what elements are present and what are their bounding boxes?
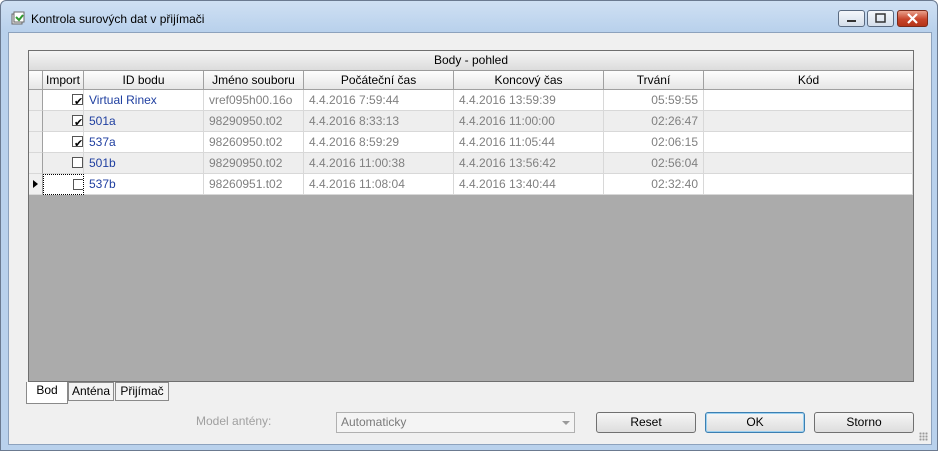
import-checkbox[interactable] xyxy=(72,157,83,168)
dialog-window: Kontrola surových dat v přijímači Body -… xyxy=(0,0,938,451)
antenna-model-select[interactable]: Automaticky xyxy=(336,412,575,433)
file-name-cell[interactable]: 98290950.t02 xyxy=(204,153,304,174)
end-time-cell[interactable]: 4.4.2016 11:05:44 xyxy=(454,132,604,153)
table-row[interactable]: ✔ 537a 98260950.t02 4.4.2016 8:59:29 4.4… xyxy=(29,132,913,153)
row-selector[interactable] xyxy=(29,132,43,153)
file-name-cell[interactable]: 98260950.t02 xyxy=(204,132,304,153)
row-selector[interactable] xyxy=(29,174,43,195)
tab-bod[interactable]: Bod xyxy=(26,382,68,404)
start-time-cell[interactable]: 4.4.2016 8:33:13 xyxy=(304,111,454,132)
maximize-icon xyxy=(875,13,886,23)
points-grid[interactable]: Body - pohled Import ID bodu Jméno soubo… xyxy=(28,50,914,382)
antenna-model-label: Model antény: xyxy=(196,414,272,428)
cancel-button[interactable]: Storno xyxy=(814,412,914,433)
antenna-model-value: Automaticky xyxy=(341,415,407,429)
import-checkbox[interactable] xyxy=(73,179,83,190)
close-icon xyxy=(907,13,918,24)
import-cell[interactable]: ✔ xyxy=(43,90,84,111)
end-time-cell[interactable]: 4.4.2016 13:40:44 xyxy=(454,174,604,195)
import-checkbox[interactable]: ✔ xyxy=(72,115,83,129)
duration-cell[interactable]: 02:56:04 xyxy=(604,153,704,174)
row-selector[interactable] xyxy=(29,153,43,174)
minimize-button[interactable] xyxy=(838,10,865,27)
file-name-cell[interactable]: 98290950.t02 xyxy=(204,111,304,132)
start-time-cell[interactable]: 4.4.2016 11:08:04 xyxy=(304,174,454,195)
file-name-cell[interactable]: vref095h00.16o xyxy=(204,90,304,111)
import-cell[interactable] xyxy=(43,174,84,195)
code-cell[interactable] xyxy=(704,174,913,195)
table-row[interactable]: 501b 98290950.t02 4.4.2016 11:00:38 4.4.… xyxy=(29,153,913,174)
duration-cell[interactable]: 02:32:40 xyxy=(604,174,704,195)
point-id-cell[interactable]: 537b xyxy=(84,174,204,195)
close-button[interactable] xyxy=(897,10,928,27)
current-row-arrow-icon xyxy=(33,180,38,188)
tab-prijimac[interactable]: Přijímač xyxy=(115,382,169,401)
column-header-start[interactable]: Počáteční čas xyxy=(304,71,454,90)
code-cell[interactable] xyxy=(704,90,913,111)
table-row[interactable]: ✔ 501a 98290950.t02 4.4.2016 8:33:13 4.4… xyxy=(29,111,913,132)
start-time-cell[interactable]: 4.4.2016 11:00:38 xyxy=(304,153,454,174)
import-cell[interactable]: ✔ xyxy=(43,132,84,153)
duration-cell[interactable]: 02:26:47 xyxy=(604,111,704,132)
row-selector[interactable] xyxy=(29,90,43,111)
column-header-end[interactable]: Koncový čas xyxy=(454,71,604,90)
import-checkbox[interactable]: ✔ xyxy=(72,94,83,108)
row-selector[interactable] xyxy=(29,111,43,132)
maximize-button[interactable] xyxy=(867,10,894,27)
import-cell[interactable] xyxy=(43,153,84,174)
table-row[interactable]: ✔ Virtual Rinex vref095h00.16o 4.4.2016 … xyxy=(29,90,913,111)
column-header-code[interactable]: Kód xyxy=(704,71,913,90)
resize-grip-icon[interactable] xyxy=(919,432,928,441)
table-row-current[interactable]: 537b 98260951.t02 4.4.2016 11:08:04 4.4.… xyxy=(29,174,913,195)
code-cell[interactable] xyxy=(704,132,913,153)
column-header-id[interactable]: ID bodu xyxy=(84,71,204,90)
reset-button[interactable]: Reset xyxy=(596,412,696,433)
window-title: Kontrola surových dat v přijímači xyxy=(31,12,205,26)
app-icon xyxy=(11,11,25,25)
column-header-file[interactable]: Jméno souboru xyxy=(204,71,304,90)
file-name-cell[interactable]: 98260951.t02 xyxy=(204,174,304,195)
column-header-duration[interactable]: Trvání xyxy=(604,71,704,90)
end-time-cell[interactable]: 4.4.2016 11:00:00 xyxy=(454,111,604,132)
code-cell[interactable] xyxy=(704,111,913,132)
import-cell[interactable]: ✔ xyxy=(43,111,84,132)
import-checkbox[interactable]: ✔ xyxy=(72,136,83,150)
duration-cell[interactable]: 05:59:55 xyxy=(604,90,704,111)
ok-button[interactable]: OK xyxy=(705,412,805,433)
duration-cell[interactable]: 02:06:15 xyxy=(604,132,704,153)
row-selector-header xyxy=(29,71,43,90)
grid-group-title: Body - pohled xyxy=(29,51,913,71)
tab-antena[interactable]: Anténa xyxy=(68,382,114,401)
code-cell[interactable] xyxy=(704,153,913,174)
chevron-down-icon xyxy=(562,421,570,425)
end-time-cell[interactable]: 4.4.2016 13:59:39 xyxy=(454,90,604,111)
title-bar[interactable]: Kontrola surových dat v přijímači xyxy=(1,1,937,33)
start-time-cell[interactable]: 4.4.2016 7:59:44 xyxy=(304,90,454,111)
point-id-cell[interactable]: 501a xyxy=(84,111,204,132)
end-time-cell[interactable]: 4.4.2016 13:56:42 xyxy=(454,153,604,174)
dialog-client-area: Body - pohled Import ID bodu Jméno soubo… xyxy=(8,32,932,445)
point-id-cell[interactable]: 501b xyxy=(84,153,204,174)
minimize-icon xyxy=(847,20,856,22)
column-header-import[interactable]: Import xyxy=(43,71,84,90)
start-time-cell[interactable]: 4.4.2016 8:59:29 xyxy=(304,132,454,153)
point-id-cell[interactable]: Virtual Rinex xyxy=(84,90,204,111)
point-id-cell[interactable]: 537a xyxy=(84,132,204,153)
